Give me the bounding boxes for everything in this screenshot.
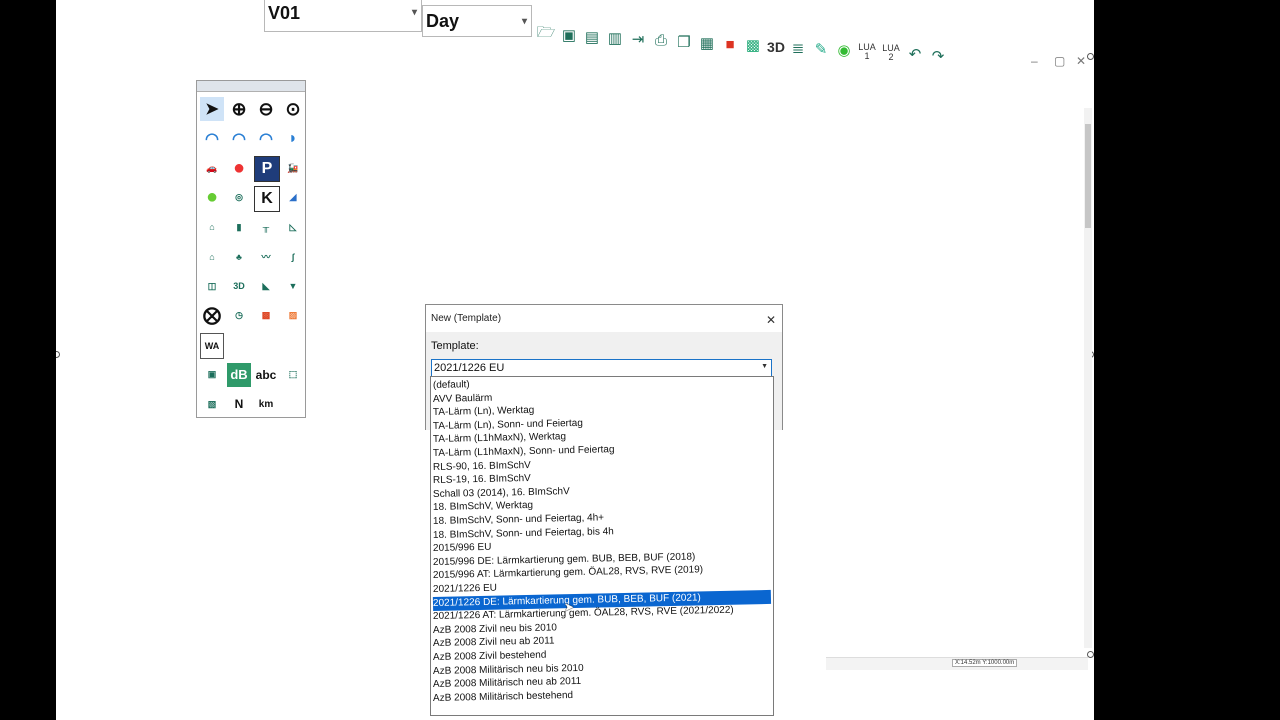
vertical-scrollbar[interactable]	[1084, 108, 1092, 648]
calc-area-icon[interactable]: ▣	[200, 363, 224, 387]
zoom-extent-icon[interactable]: ⊙	[281, 97, 305, 121]
period-select[interactable]: Day ▾	[422, 5, 532, 37]
wall-icon[interactable]: ▮	[227, 215, 251, 239]
save-icon[interactable]: ▣	[559, 23, 579, 47]
pointer-icon[interactable]: ➤	[200, 97, 224, 121]
receiver-clock-icon[interactable]: ◷	[227, 304, 251, 328]
db-icon[interactable]: dB	[227, 362, 251, 387]
chevron-down-icon: ▾	[411, 7, 417, 18]
ground-icon[interactable]: ◺	[281, 215, 305, 239]
hatch-icon[interactable]: ▧	[200, 392, 224, 416]
tool-palette: ➤ ⊕ ⊖ ⊙ ◠ ◠ ◠ ◗ 🚗 ● P 🚂 ● ◎ K ◢ ⌂ ▮ ╥ ◺ ⌂ ♣ 〰 ∫ ◫ 3D ◣ ▼ ⨂ ◷ ▩ ▨ WA ▣ dB ab…	[196, 80, 306, 418]
triangle-marker-icon[interactable]: ▼	[281, 274, 305, 298]
railway-crossing-icon[interactable]: ⨂	[200, 304, 224, 328]
area-source-icon[interactable]: ◢	[281, 186, 305, 210]
variant-select[interactable]: V01 ▾	[264, 0, 422, 32]
zoom-in-icon[interactable]: ⊕	[227, 97, 251, 121]
pin-icon[interactable]: ✎	[811, 37, 831, 61]
variant-value: V01	[268, 3, 301, 23]
text-list-icon[interactable]: ≣	[788, 36, 808, 60]
open-folder-icon[interactable]: 🗁	[536, 22, 556, 46]
car-icon[interactable]: 🚗	[200, 156, 224, 180]
mouse-cursor-icon: ➤	[564, 600, 575, 614]
maximize-button[interactable]: ▢	[1054, 54, 1065, 68]
toolbar: V01 ▾ Day ▾ 🗁 ▣ ▤ ▥ ⇥ ⎙ ❐ ▦ ■ ▩ 3D ≣ ✎ ◉ LUA 1 LUA 2 ↶ ↷	[56, 0, 1094, 65]
coordinates-readout: X:14.52m Y:1000.00m	[952, 659, 1018, 667]
terrain-line-icon[interactable]: ∫	[281, 245, 305, 269]
slope-icon[interactable]: ◣	[254, 274, 278, 298]
traffic-light-icon[interactable]: ●	[227, 156, 251, 180]
parking-icon[interactable]: P	[254, 156, 280, 182]
facade-map-icon[interactable]: ▨	[281, 304, 305, 328]
radio-source-icon[interactable]: ◎	[227, 186, 251, 210]
text-icon[interactable]: abc	[254, 363, 278, 387]
green-point-icon[interactable]: ●	[200, 186, 224, 210]
chevron-down-icon: ▾	[521, 16, 527, 27]
signal-source-2-icon[interactable]: ◠	[227, 127, 251, 151]
bridge-icon[interactable]: ╥	[254, 215, 278, 239]
copy-icon[interactable]: ❐	[674, 30, 694, 54]
contour-icon[interactable]: 〰	[254, 245, 278, 269]
house-icon[interactable]: ⌂	[200, 215, 224, 239]
north-arrow-icon[interactable]: N	[227, 392, 251, 416]
minimize-button[interactable]: –	[1031, 54, 1038, 68]
template-label: Template:	[431, 340, 479, 352]
save-as-icon[interactable]: ▥	[605, 26, 625, 50]
lua-2-icon[interactable]: LUA 2	[881, 41, 901, 65]
noise-map-icon[interactable]: ▩	[254, 304, 278, 328]
dialog-title: New (Template)	[431, 313, 502, 324]
grid-map-icon[interactable]: ■	[720, 32, 740, 56]
period-value: Day	[426, 11, 460, 31]
scrollbar-thumb[interactable]	[1085, 124, 1091, 228]
undo-icon[interactable]: ↶	[905, 42, 925, 66]
calculator-icon[interactable]: ▦	[697, 31, 717, 55]
selection-box-icon[interactable]: ⬚	[281, 363, 305, 387]
receiver-map-icon[interactable]: ▩	[743, 33, 763, 57]
resize-handle[interactable]	[1087, 53, 1094, 60]
k-icon[interactable]: K	[254, 185, 280, 212]
resize-handle[interactable]	[56, 351, 60, 358]
train-icon[interactable]: 🚂	[281, 156, 305, 180]
save-all-icon[interactable]: ▤	[582, 25, 602, 49]
wa-zone-icon[interactable]: WA	[200, 333, 224, 359]
building-group-icon[interactable]: ⌂	[200, 245, 224, 269]
template-select[interactable]: 2021/1226 EU ▼	[431, 359, 772, 377]
green-circle-icon[interactable]: ◉	[834, 38, 854, 62]
cylinder-icon[interactable]: ◫	[200, 274, 224, 298]
print-icon[interactable]: ⎙	[651, 28, 671, 52]
close-button[interactable]: ✕	[1076, 54, 1086, 68]
3d-object-icon[interactable]: 3D	[227, 274, 251, 298]
redo-icon[interactable]: ↷	[928, 44, 948, 68]
trees-icon[interactable]: ♣	[227, 245, 251, 269]
template-value: 2021/1226 EU	[434, 362, 505, 374]
close-icon[interactable]: ✕	[766, 313, 776, 327]
export-icon[interactable]: ⇥	[628, 27, 648, 51]
3d-view-icon[interactable]: 3D	[766, 35, 786, 59]
signal-source-3-icon[interactable]: ◠	[254, 127, 278, 151]
signal-source-4-icon[interactable]: ◗	[281, 127, 305, 151]
km-scale-icon[interactable]: km	[254, 392, 278, 416]
zoom-out-icon[interactable]: ⊖	[254, 97, 278, 121]
chevron-down-icon: ▼	[761, 363, 768, 370]
resize-handle[interactable]	[1087, 651, 1094, 658]
template-dropdown-list[interactable]: (default) AVV Baulärm TA-Lärm (Ln), Werkta…	[430, 376, 774, 716]
lua-1-icon[interactable]: LUA 1	[857, 40, 877, 64]
palette-titlebar[interactable]	[197, 81, 305, 92]
signal-source-icon[interactable]: ◠	[200, 127, 224, 151]
